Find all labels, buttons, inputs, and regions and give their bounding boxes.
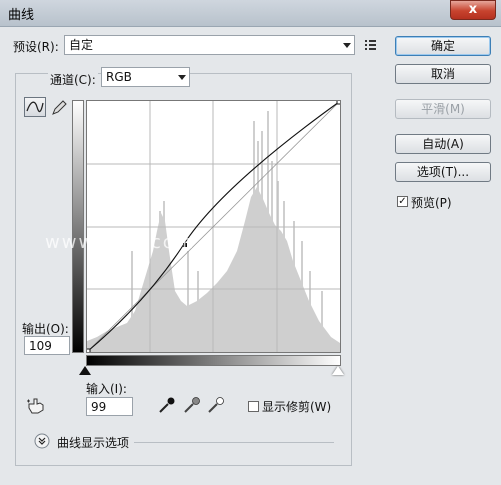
ok-button[interactable]: 确定 <box>395 36 491 56</box>
channel-value: RGB <box>106 70 132 84</box>
expand-toggle[interactable] <box>34 433 50 449</box>
preview-label: 预览(P) <box>411 196 452 210</box>
curve-endpoint-white[interactable] <box>336 99 342 105</box>
white-point-slider[interactable] <box>332 366 344 375</box>
smooth-button[interactable]: 平滑(M) <box>395 99 491 119</box>
input-label: 输入(I): <box>86 382 127 396</box>
title-bar <box>0 0 501 27</box>
input-field[interactable]: 99 <box>86 397 133 416</box>
curve-endpoint-black[interactable] <box>85 348 91 354</box>
preset-menu-icon[interactable] <box>364 38 378 52</box>
black-point-slider[interactable] <box>79 366 91 375</box>
target-adjust-tool[interactable] <box>26 396 48 416</box>
preview-checkbox[interactable]: ✓ <box>397 196 408 207</box>
auto-button[interactable]: 自动(A) <box>395 134 491 154</box>
eyedropper-white-icon <box>208 397 224 413</box>
curve-graph-svg <box>85 99 342 354</box>
input-gradient-bar <box>86 355 341 366</box>
show-clipping-checkbox[interactable] <box>248 401 259 412</box>
pencil-icon <box>52 100 67 115</box>
options-button[interactable]: 选项(T)... <box>395 162 491 182</box>
curve-graph[interactable] <box>85 99 342 354</box>
preset-value: 自定 <box>69 38 94 52</box>
divider <box>134 442 334 443</box>
curve-tool-icon <box>26 101 44 113</box>
eyedropper-gray-icon <box>184 397 200 413</box>
curve-display-options-label: 曲线显示选项 <box>57 436 130 450</box>
black-eyedropper[interactable] <box>158 396 176 414</box>
hand-icon <box>27 398 44 414</box>
output-field[interactable]: 109 <box>24 336 70 355</box>
channel-select[interactable]: RGB <box>101 67 190 87</box>
list-menu-icon <box>365 40 376 50</box>
chevron-double-down-icon <box>34 433 50 449</box>
white-eyedropper[interactable] <box>207 396 225 414</box>
pencil-tool[interactable] <box>48 97 70 117</box>
show-clipping-label: 显示修剪(W) <box>262 400 332 414</box>
curve-point-tool[interactable] <box>24 97 46 117</box>
preset-label: 预设(R): <box>13 40 59 54</box>
chevron-down-icon <box>343 43 351 48</box>
window-title: 曲线 <box>8 8 35 23</box>
output-label: 输出(O): <box>22 322 69 336</box>
eyedropper-black-icon <box>159 397 175 413</box>
output-gradient-bar <box>72 100 84 353</box>
cancel-button[interactable]: 取消 <box>395 64 491 84</box>
close-button[interactable]: x <box>450 0 496 20</box>
chevron-down-icon <box>178 75 186 80</box>
watermark: www.ha...com <box>45 232 196 253</box>
gray-eyedropper[interactable] <box>183 396 201 414</box>
preset-select[interactable]: 自定 <box>64 35 355 55</box>
channel-label: 通道(C): <box>48 71 98 88</box>
